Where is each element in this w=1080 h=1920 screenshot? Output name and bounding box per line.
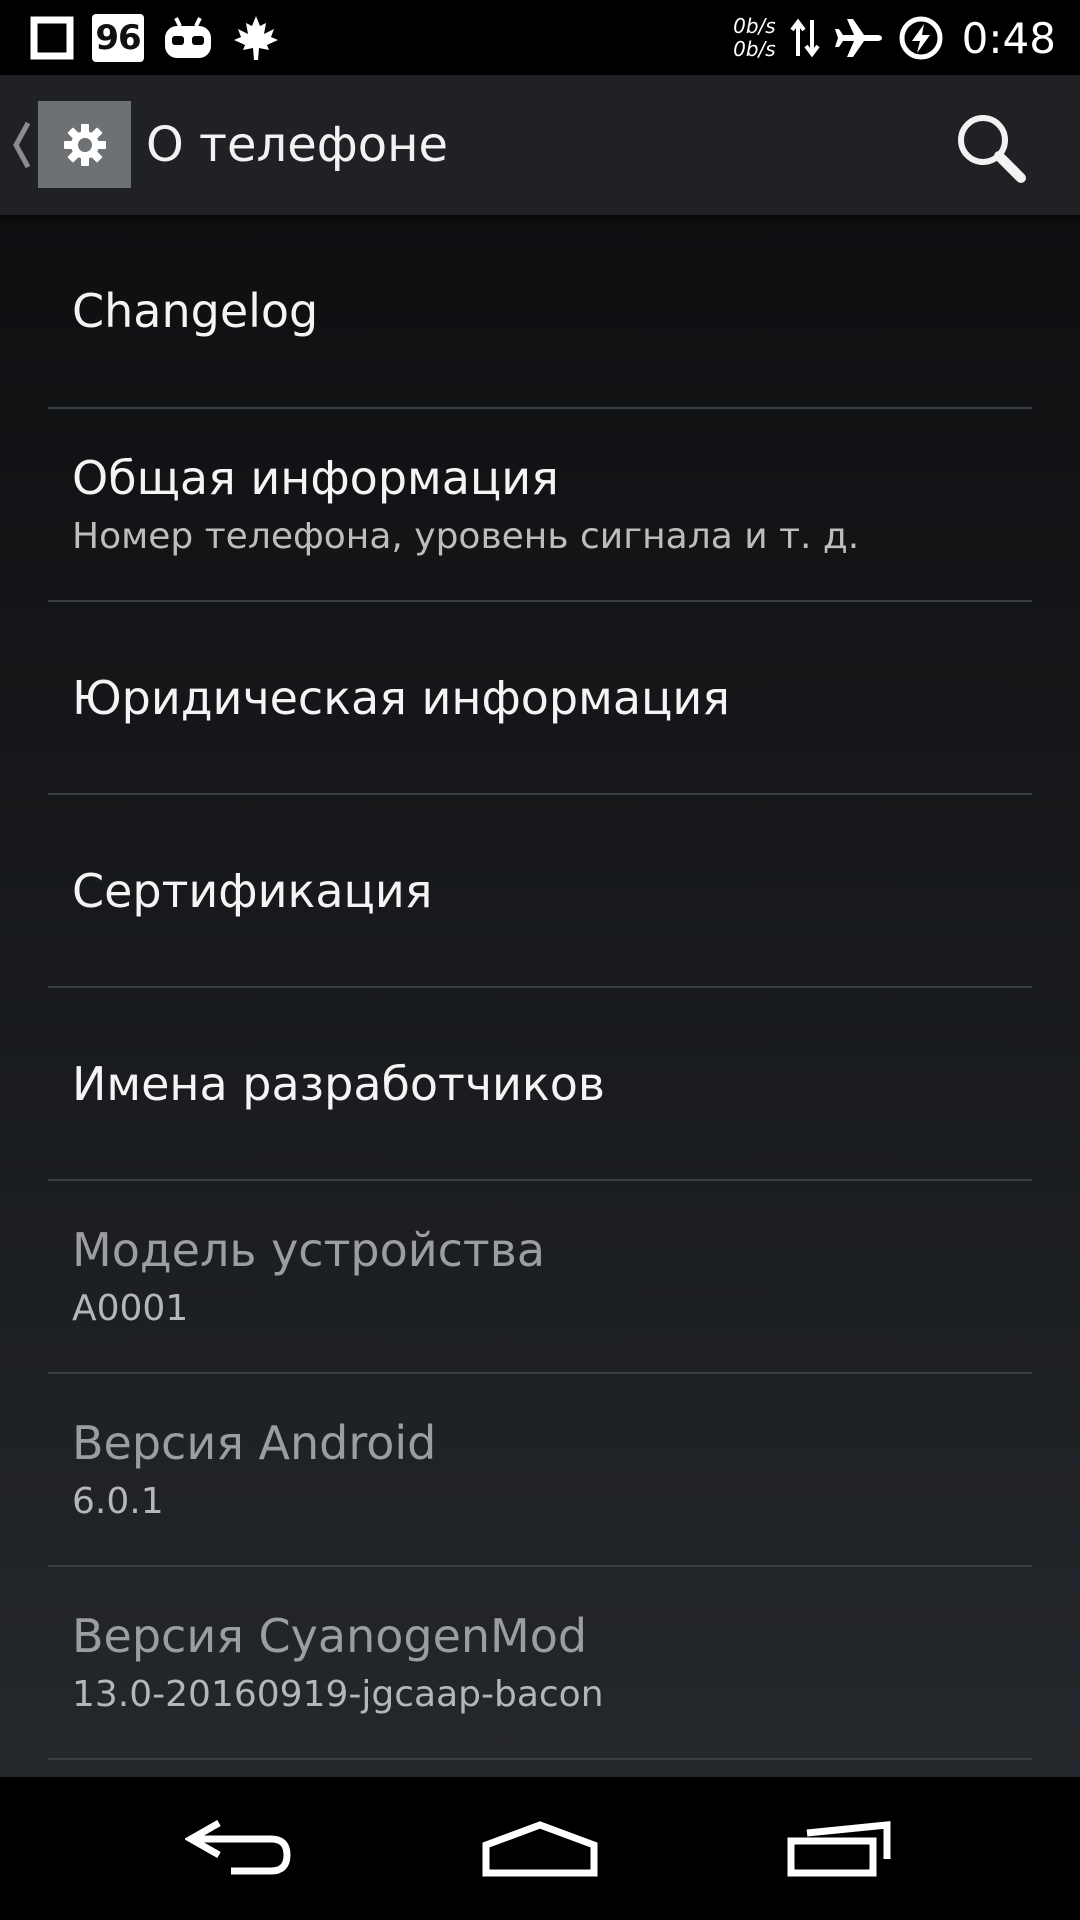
action-bar: О телефоне [0,75,1080,215]
search-icon [958,115,1026,183]
recent-apps-icon [787,1820,891,1876]
pref-summary: 13.0-20160919-jgcaap-bacon [72,1673,604,1715]
home-icon [482,1820,598,1876]
up-caret-icon[interactable] [10,117,34,173]
square-notification-icon [30,16,74,60]
pref-title: Модель устройства [72,1222,546,1277]
pref-title: Юридическая информация [72,670,730,725]
airplane-mode-icon [834,19,882,57]
pref-changelog[interactable]: Changelog [48,215,1032,409]
pref-device-model: Модель устройства A0001 [48,1181,1032,1374]
pref-summary: 6.0.1 [72,1480,164,1522]
pref-summary: A0001 [72,1287,189,1329]
pref-android-version[interactable]: Версия Android 6.0.1 [48,1374,1032,1567]
notification-icons: 96 [30,12,280,64]
pref-cyanogenmod-version[interactable]: Версия CyanogenMod 13.0-20160919-jgcaap-… [48,1567,1032,1760]
recent-apps-button[interactable] [740,1777,940,1920]
home-button[interactable] [440,1777,640,1920]
net-speed-down: 0b/s [733,37,776,61]
pref-title: Имена разработчиков [72,1056,605,1111]
preferences-content: Changelog Общая информация Номер телефон… [0,215,1080,1777]
cyanogenmod-icon [165,17,211,58]
preferences-list: Changelog Общая информация Номер телефон… [0,215,1080,1760]
pref-title: Сертификация [72,863,433,918]
back-button[interactable] [140,1777,340,1920]
back-icon [185,1819,291,1874]
maple-leaf-icon [234,16,278,60]
system-icons: 0b/s 0b/s 0:48 [733,8,1056,68]
search-button[interactable] [946,103,1036,193]
network-speed: 0b/s 0b/s [733,15,776,61]
settings-app-icon[interactable] [38,101,131,188]
pref-certification[interactable]: Сертификация [48,795,1032,988]
clock: 0:48 [961,13,1056,63]
pref-summary: Номер телефона, уровень сигнала и т. д. [72,515,860,557]
navigation-bar [0,1777,1080,1920]
data-activity-icon [790,18,820,58]
battery-level-notification-icon: 96 [92,14,144,62]
status-bar: 96 0b/s 0b/s 0:48 [0,0,1080,75]
pref-legal-info[interactable]: Юридическая информация [48,602,1032,795]
pref-developer-names[interactable]: Имена разработчиков [48,988,1032,1181]
net-speed-up: 0b/s [733,14,776,38]
pref-title: Changelog [72,284,319,338]
pref-general-info[interactable]: Общая информация Номер телефона, уровень… [48,409,1032,602]
pref-title: Общая информация [72,450,559,505]
pref-title: Версия Android [72,1415,437,1470]
pref-title: Версия CyanogenMod [72,1608,588,1663]
settings-gear-icon [63,123,106,166]
page-title: О телефоне [146,117,449,173]
charging-icon [899,16,943,60]
